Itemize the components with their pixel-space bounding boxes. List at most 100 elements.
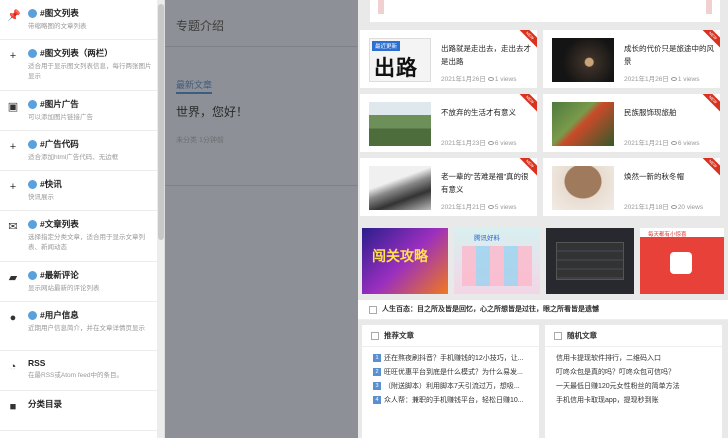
new-ribbon: NEW: [702, 30, 720, 48]
box-title: 推荐文章: [384, 331, 414, 340]
banner-ad[interactable]: 腾讯好料: [454, 228, 540, 294]
widget-panel: 📌 #图文列表带缩略图的文章列表 + #图文列表（两栏） 适合用于显示图文列表信息，每行…: [0, 0, 165, 438]
widget-item[interactable]: 📌 #图文列表带缩略图的文章列表: [0, 0, 164, 40]
topic-intro-title: 专题介绍: [176, 19, 225, 33]
divider: [165, 46, 358, 47]
eye-icon: [670, 141, 677, 146]
new-ribbon: NEW: [519, 30, 537, 48]
article-title[interactable]: 成长的代价只是旅途中的风景: [624, 42, 714, 68]
widget-title: #用户信息: [28, 309, 164, 321]
notice-text: 人生百态：目之所及皆是回忆，心之所想皆是过往，眼之所看皆是遗憾: [382, 306, 599, 313]
article-card[interactable]: 老一辈的“苦难是福”真的很有意义 2021年1月21日 5 views NEW: [360, 158, 537, 216]
new-ribbon: NEW: [702, 94, 720, 112]
widget-item[interactable]: ● #用户信息 近期用户信息简介，并在文章详情页显示: [0, 302, 164, 351]
site-preview: 最近更新 出路 出路就是走出去，走出去才是出路 2021年1月26日 1 view…: [358, 0, 728, 438]
article-date: 2021年1月23日 6 views: [441, 140, 517, 147]
widget-title: 分类目录: [28, 399, 63, 409]
widget-title: #图文列表: [28, 7, 164, 19]
article-card[interactable]: 成长的代价只是旅途中的风景 2021年1月26日 1 views NEW: [543, 30, 720, 88]
banner-ad[interactable]: 闯关攻略: [362, 228, 448, 294]
eye-icon: [487, 141, 494, 146]
widget-theme-icon: [28, 139, 37, 149]
widget-item[interactable]: + #快讯 快讯展示: [0, 171, 164, 211]
list-item[interactable]: 手机信用卡取现app，提现秒到账: [556, 394, 722, 408]
new-ribbon: NEW: [519, 158, 537, 176]
widget-description: 带缩略图的文章列表: [28, 23, 87, 30]
widget-item[interactable]: ▣ #图片广告 可以添加图片链接广告: [0, 91, 164, 131]
list-item[interactable]: 1 还在熬夜刷抖音？手机赚钱的12小技巧，让...: [373, 352, 539, 366]
widget-theme-icon: [28, 179, 37, 189]
article-title[interactable]: 民族服饰现旅舶: [624, 106, 714, 119]
banner-graphic: [670, 252, 692, 274]
list-item[interactable]: 2 旺旺优惠平台到底是什么模式？为什么易发...: [373, 366, 539, 380]
article-date: 2021年1月21日 6 views: [624, 140, 700, 147]
banner-text: 闯关攻略: [372, 248, 428, 264]
active-tab-underline: [176, 92, 212, 94]
article-date: 2021年1月26日 1 views: [624, 76, 700, 83]
divider: [165, 185, 358, 186]
article-title[interactable]: 出路就是走出去，走出去才是出路: [441, 42, 531, 68]
latest-update-badge: 最近更新: [372, 41, 401, 51]
article-thumbnail[interactable]: [552, 38, 614, 82]
folder-icon: ■: [9, 401, 17, 413]
article-card[interactable]: 民族服饰现旅舶 2021年1月21日 6 views NEW: [543, 94, 720, 152]
article-date: 2021年1月18日 20 views: [624, 204, 704, 211]
list-item[interactable]: 叮咚众包是真的吗？叮咚众包可信吗？: [556, 366, 722, 380]
article-title[interactable]: 焕然一新的秋冬帽: [624, 170, 714, 183]
article-thumbnail[interactable]: [369, 166, 431, 210]
widget-item[interactable]: ■ 分类目录: [0, 391, 164, 431]
widget-theme-icon: [28, 99, 37, 109]
image-icon: ▣: [7, 101, 19, 113]
widget-item[interactable]: + #图文列表（两栏） 适合用于显示图文列表信息，每行两张图片显示: [0, 40, 164, 91]
widget-description: 适合添加html广告代码、无边框: [28, 154, 119, 161]
new-ribbon: NEW: [519, 94, 537, 112]
scrollbar[interactable]: [157, 0, 164, 438]
widget-description: 近期用户信息简介，并在文章详情页显示: [28, 325, 145, 332]
new-articles-title[interactable]: 最新文章: [176, 78, 212, 91]
article-date: 2021年1月21日 5 views: [441, 204, 517, 211]
list-item[interactable]: 4 众人帮：兼职的手机赚钱平台，轻松日赚10...: [373, 394, 539, 408]
article-thumbnail[interactable]: [552, 102, 614, 146]
list-item[interactable]: 信用卡提现软件排行，二维码入口: [556, 352, 722, 366]
eye-icon: [670, 77, 677, 82]
notice-icon: [369, 306, 377, 314]
widget-description: 快讯展示: [28, 194, 54, 201]
widget-item[interactable]: ▰ #最新评论 显示网站最新的评论列表: [0, 262, 164, 302]
pin-icon: 📌: [7, 10, 21, 22]
article-card[interactable]: 焕然一新的秋冬帽 2021年1月18日 20 views NEW: [543, 158, 720, 216]
notice-bar: 人生百态：目之所及皆是回忆，心之所想皆是过往，眼之所看皆是遗憾: [358, 300, 728, 320]
eye-icon: [670, 205, 677, 210]
list-item[interactable]: 一天最低日赚120元女性粉丝的简单方法: [556, 380, 722, 394]
widget-theme-icon: [28, 8, 37, 18]
rank-badge: 3: [373, 382, 381, 391]
banner-ad[interactable]: 每天都有小惊喜: [640, 228, 724, 294]
rank-badge: 4: [373, 396, 381, 405]
banner-graphic: [462, 246, 532, 286]
previous-card-row: [370, 0, 720, 22]
widget-description: 适合用于显示图文列表信息，每行两张图片显示: [28, 63, 152, 80]
banner-text: 每天都有小惊喜: [648, 232, 687, 238]
widget-item[interactable]: ✉ #文章列表 选择指定分类文章，适合用于显示文章列表、新闻动态: [0, 211, 164, 262]
grid-icon: [371, 332, 379, 340]
widget-item[interactable]: + #广告代码 适合添加html广告代码、无边框: [0, 131, 164, 171]
comment-icon: ▰: [8, 272, 18, 284]
widget-theme-icon: [28, 219, 37, 229]
article-card[interactable]: 不放弃的生活才有意义 2021年1月23日 6 views NEW: [360, 94, 537, 152]
post-title[interactable]: 世界，您好！: [176, 103, 248, 120]
article-title[interactable]: 不放弃的生活才有意义: [441, 106, 531, 119]
plus-icon: +: [9, 141, 17, 153]
widget-item[interactable]: ◔ RSS 在最RSS或Atom feed中的条目。: [0, 351, 164, 391]
page-editor: 专题介绍 最新文章 世界，您好！ 未分类 1分钟前: [165, 0, 358, 438]
banner-ad[interactable]: [546, 228, 634, 294]
scrollbar-thumb[interactable]: [158, 4, 164, 240]
widget-description: 在最RSS或Atom feed中的条目。: [28, 372, 123, 379]
article-thumbnail[interactable]: 最近更新 出路: [369, 38, 431, 82]
article-thumbnail[interactable]: [552, 166, 614, 210]
eye-icon: [487, 205, 494, 210]
list-item[interactable]: 3 （附送脚本）利用脚本7天引流过万，想吸...: [373, 380, 539, 394]
article-card[interactable]: 最近更新 出路 出路就是走出去，走出去才是出路 2021年1月26日 1 view…: [360, 30, 537, 88]
widget-theme-icon: [28, 270, 37, 280]
random-articles-box: 随机文章 信用卡提现软件排行，二维码入口 叮咚众包是真的吗？叮咚众包可信吗？ 一…: [545, 325, 722, 438]
article-title[interactable]: 老一辈的“苦难是福”真的很有意义: [441, 170, 531, 196]
article-thumbnail[interactable]: [369, 102, 431, 146]
